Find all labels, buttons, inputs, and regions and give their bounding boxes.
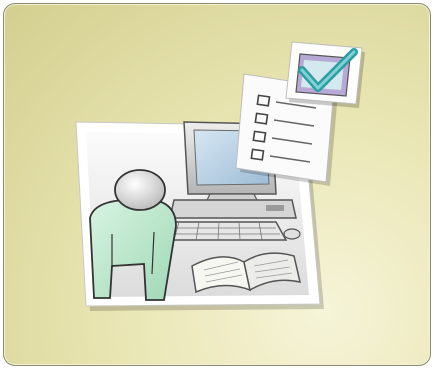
checkmark-card-icon bbox=[285, 41, 365, 108]
user-computer-checklist-illustration bbox=[75, 41, 365, 311]
illustration-tile bbox=[3, 3, 431, 366]
